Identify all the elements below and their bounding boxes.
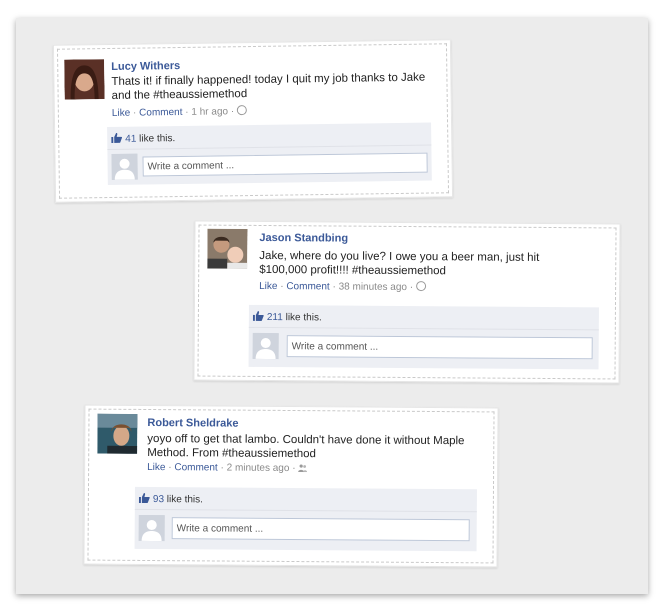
globe-icon bbox=[416, 281, 427, 292]
ufi-divider bbox=[107, 144, 432, 151]
comment-link[interactable]: Comment bbox=[286, 281, 329, 292]
comment-link[interactable]: Comment bbox=[139, 107, 183, 119]
author-avatar[interactable] bbox=[207, 228, 248, 269]
feedback-box: 41 like this. bbox=[107, 122, 432, 186]
post-text: yoyo off to get that lambo. Couldn't hav… bbox=[147, 432, 465, 461]
like-link[interactable]: Like bbox=[259, 281, 277, 292]
post-text: Thats it! if finally happened! today I q… bbox=[111, 71, 426, 102]
like-count[interactable]: 93 bbox=[153, 494, 164, 505]
likes-summary: 41 like this. bbox=[111, 132, 175, 145]
post-meta: Like · Comment · 38 minutes ago · bbox=[259, 280, 427, 293]
likes-summary: 211 like this. bbox=[252, 310, 322, 324]
author-name[interactable]: Jason Standbing bbox=[259, 232, 348, 245]
avatar-photo-icon bbox=[207, 228, 248, 269]
like-suffix: like this. bbox=[166, 494, 203, 506]
feedback-box: 93 like this. bbox=[134, 486, 477, 552]
post-text: Jake, where do you live? I owe you a bee… bbox=[259, 249, 540, 278]
commenter-avatar bbox=[138, 514, 165, 542]
author-avatar[interactable] bbox=[97, 413, 138, 454]
thumbs-up-icon bbox=[111, 132, 123, 143]
feedback-box: 211 like this. bbox=[248, 304, 599, 370]
post-card-1: Lucy Withers Thats it! if finally happen… bbox=[52, 39, 454, 203]
like-suffix: like this. bbox=[139, 133, 176, 145]
avatar-photo-icon bbox=[97, 413, 138, 454]
comment-input[interactable] bbox=[142, 152, 428, 177]
thumbs-up-icon bbox=[252, 310, 264, 321]
comment-input[interactable] bbox=[171, 517, 470, 542]
likes-summary: 93 like this. bbox=[138, 492, 203, 506]
post-card-2: Jason Standbing Jake, where do you live?… bbox=[193, 220, 621, 384]
timestamp: 2 minutes ago bbox=[226, 462, 290, 474]
timestamp: 1 hr ago bbox=[191, 106, 229, 118]
timestamp: 38 minutes ago bbox=[338, 281, 408, 293]
like-suffix: like this. bbox=[285, 312, 322, 324]
post-meta: Like · Comment · 2 minutes ago · bbox=[147, 462, 308, 474]
avatar-photo-icon bbox=[64, 59, 105, 100]
author-name[interactable]: Lucy Withers bbox=[111, 60, 180, 73]
commenter-avatar bbox=[252, 332, 279, 360]
friends-icon bbox=[298, 464, 308, 473]
thumbs-up-icon bbox=[138, 492, 150, 503]
globe-icon bbox=[237, 105, 248, 116]
author-name[interactable]: Robert Sheldrake bbox=[147, 417, 238, 430]
post-card-3: Robert Sheldrake yoyo off to get that la… bbox=[83, 404, 499, 568]
default-avatar-icon bbox=[252, 332, 279, 360]
default-avatar-icon bbox=[138, 514, 165, 542]
commenter-avatar bbox=[111, 153, 138, 180]
ufi-divider bbox=[134, 508, 477, 513]
ufi-divider bbox=[248, 326, 599, 331]
like-link[interactable]: Like bbox=[112, 108, 131, 119]
like-link[interactable]: Like bbox=[147, 462, 165, 473]
comment-link[interactable]: Comment bbox=[174, 462, 217, 473]
default-avatar-icon bbox=[111, 153, 138, 180]
author-avatar[interactable] bbox=[64, 59, 105, 100]
post-meta: Like · Comment · 1 hr ago · bbox=[112, 105, 248, 119]
comment-input[interactable] bbox=[286, 335, 593, 360]
like-count[interactable]: 211 bbox=[267, 312, 283, 323]
like-count[interactable]: 41 bbox=[125, 134, 136, 145]
